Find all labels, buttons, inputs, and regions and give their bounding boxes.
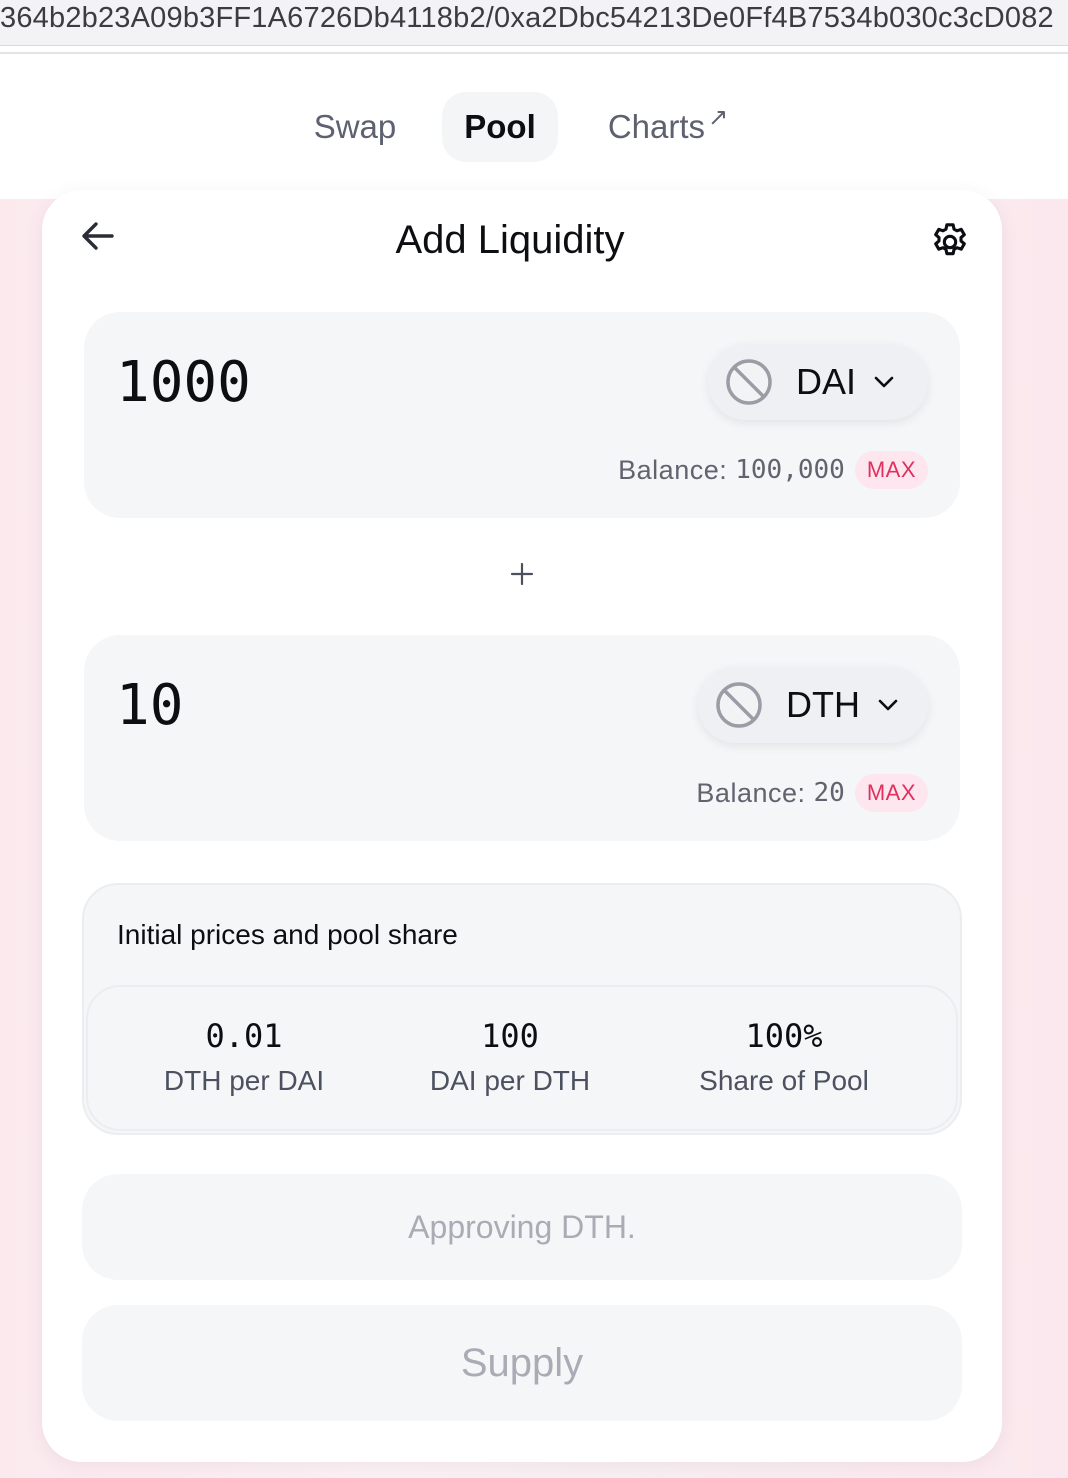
stat-label: DAI per DTH	[429, 1065, 591, 1096]
stat-value: 100%	[745, 1017, 823, 1055]
max-button[interactable]: MAX	[854, 451, 928, 489]
token-input-panel-a: DAI Balance: 100,000 MAX	[84, 312, 960, 518]
balance-label: Balance:	[696, 777, 806, 808]
stat-label: DTH per DAI	[163, 1065, 325, 1096]
token-select-button-b[interactable]: DTH	[698, 667, 928, 743]
add-liquidity-card: Add Liquidity DAI Balance: 100,000 MAX	[42, 190, 1002, 1462]
approving-button[interactable]: Approving DTH.	[82, 1174, 962, 1280]
nav-tab-swap[interactable]: Swap	[292, 92, 418, 162]
token-input-panel-b: DTH Balance: 20 MAX	[84, 635, 960, 841]
gear-icon[interactable]	[928, 220, 972, 264]
nav-tab-pool[interactable]: Pool	[442, 92, 558, 162]
prices-title: Initial prices and pool share	[117, 919, 458, 950]
balance-row: Balance: 20 MAX	[696, 773, 928, 813]
balance-value: 100,000	[735, 455, 845, 485]
url-text[interactable]: 364b2b23A09b3FF1A6726Db4118b2/0xa2Dbc542…	[0, 2, 1054, 35]
amount-input-b[interactable]	[116, 673, 636, 738]
token-symbol: DTH	[786, 684, 860, 725]
token-placeholder-icon	[726, 359, 772, 405]
external-link-icon: ↗	[708, 103, 729, 131]
token-placeholder-icon	[716, 682, 762, 728]
chevron-down-icon	[878, 699, 898, 711]
stat-dai-per-dth: 100 DAI per DTH	[410, 1017, 610, 1097]
token-select-button-a[interactable]: DAI	[708, 344, 928, 420]
page-title: Add Liquidity	[395, 218, 625, 262]
max-button[interactable]: MAX	[854, 774, 928, 812]
chevron-down-icon	[874, 376, 894, 388]
stat-dth-per-dai: 0.01 DTH per DAI	[144, 1017, 344, 1097]
plus-icon	[510, 562, 534, 586]
token-symbol: DAI	[796, 361, 857, 402]
nav-tab-label: Charts	[607, 108, 706, 145]
nav-tab-charts[interactable]: Charts ↗	[588, 92, 748, 162]
nav-tab-label: Pool	[464, 108, 536, 145]
stat-share-of-pool: 100% Share of Pool	[678, 1017, 890, 1097]
amount-input-a[interactable]	[116, 350, 636, 415]
supply-button[interactable]: Supply	[82, 1305, 962, 1421]
browser-url-bar[interactable]: 364b2b23A09b3FF1A6726Db4118b2/0xa2Dbc542…	[0, 0, 1068, 46]
prices-stats: 0.01 DTH per DAI 100 DAI per DTH 100% Sh…	[86, 985, 958, 1131]
balance-label: Balance:	[618, 454, 728, 485]
top-nav: Swap Pool Charts ↗	[0, 54, 1068, 199]
nav-tab-label: Swap	[313, 108, 397, 145]
prices-pool-share-box: Initial prices and pool share 0.01 DTH p…	[82, 883, 962, 1135]
stat-value: 100	[481, 1017, 539, 1055]
stat-value: 0.01	[205, 1017, 283, 1055]
balance-value: 20	[813, 778, 845, 808]
stat-label: Share of Pool	[699, 1065, 869, 1096]
balance-row: Balance: 100,000 MAX	[618, 450, 928, 490]
